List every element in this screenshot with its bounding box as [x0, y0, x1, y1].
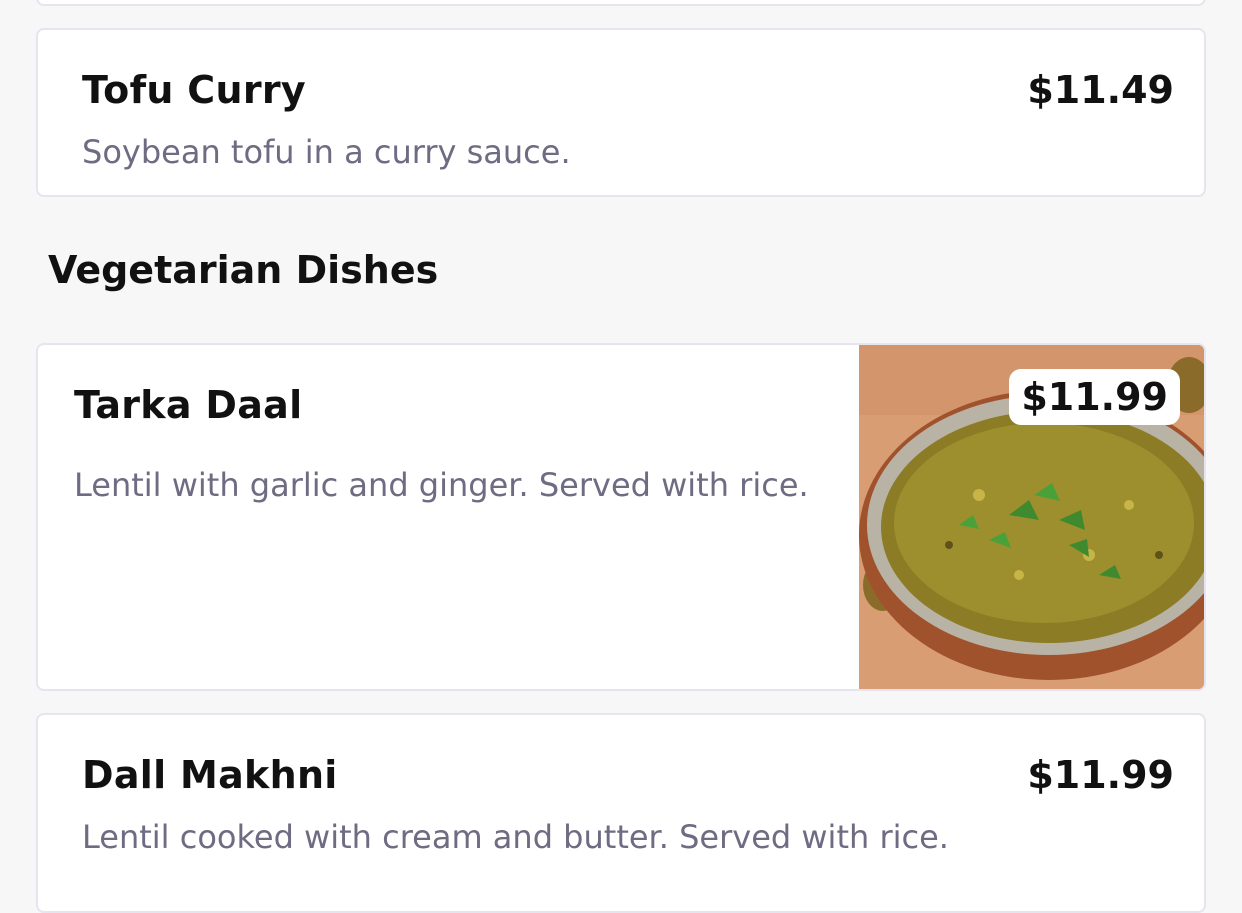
dish-photo: $11.99 — [859, 345, 1204, 689]
menu-item-price: $11.99 — [1027, 753, 1174, 797]
menu-item-name: Tarka Daal — [74, 383, 303, 427]
menu-item-card-tofu-curry[interactable]: Tofu Curry $11.49 Soybean tofu in a curr… — [36, 28, 1206, 197]
menu-item-card-dall-makhni[interactable]: Dall Makhni $11.99 Lentil cooked with cr… — [36, 713, 1206, 913]
menu-item-card-tarka-daal[interactable]: Tarka Daal Lentil with garlic and ginger… — [36, 343, 1206, 691]
menu-item-name: Tofu Curry — [82, 68, 306, 112]
menu-item-price: $11.49 — [1027, 68, 1174, 112]
menu-item-price: $11.99 — [1009, 369, 1180, 425]
menu-item-description: Soybean tofu in a curry sauce. — [82, 133, 571, 171]
menu-item-name: Dall Makhni — [82, 753, 338, 797]
menu-item-description: Lentil with garlic and ginger. Served wi… — [74, 466, 809, 504]
menu-item-card[interactable] — [36, 0, 1206, 6]
menu-item-description: Lentil cooked with cream and butter. Ser… — [82, 818, 949, 856]
section-heading: Vegetarian Dishes — [48, 248, 439, 292]
